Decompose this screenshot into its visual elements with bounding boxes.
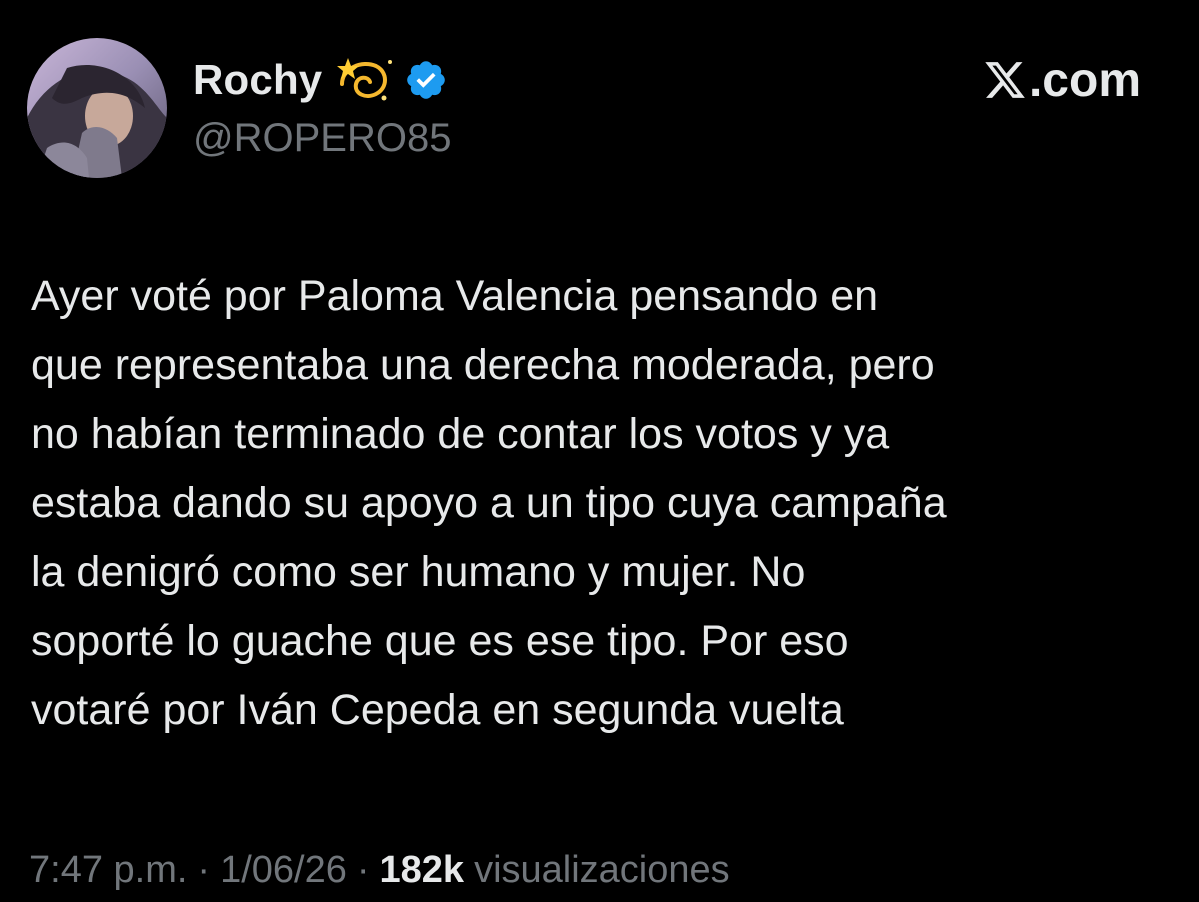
name-row: Rochy bbox=[193, 52, 448, 108]
tweet-meta: 7:47 p.m. · 1/06/26 · 182k visualizacion… bbox=[29, 842, 730, 898]
meta-separator: · bbox=[197, 848, 211, 891]
dizzy-star-emoji-icon bbox=[336, 54, 394, 106]
verified-badge-icon bbox=[404, 58, 448, 102]
tweet-time[interactable]: 7:47 p.m. bbox=[29, 849, 187, 892]
user-handle[interactable]: @ROPERO85 bbox=[193, 116, 451, 161]
views-label: visualizaciones bbox=[474, 848, 730, 891]
meta-separator: · bbox=[356, 848, 370, 891]
tweet-date[interactable]: 1/06/26 bbox=[220, 849, 347, 892]
avatar[interactable] bbox=[27, 38, 167, 178]
x-logo-icon bbox=[985, 62, 1025, 98]
tweet-text: Ayer voté por Paloma Valencia pensando e… bbox=[31, 272, 947, 734]
display-name[interactable]: Rochy bbox=[193, 56, 322, 104]
brand-watermark: .com bbox=[983, 52, 1141, 108]
tweet-header: Rochy @ROPERO85 .com bbox=[0, 0, 1199, 200]
views-count: 182k bbox=[379, 848, 465, 891]
brand-label: .com bbox=[1028, 53, 1141, 107]
